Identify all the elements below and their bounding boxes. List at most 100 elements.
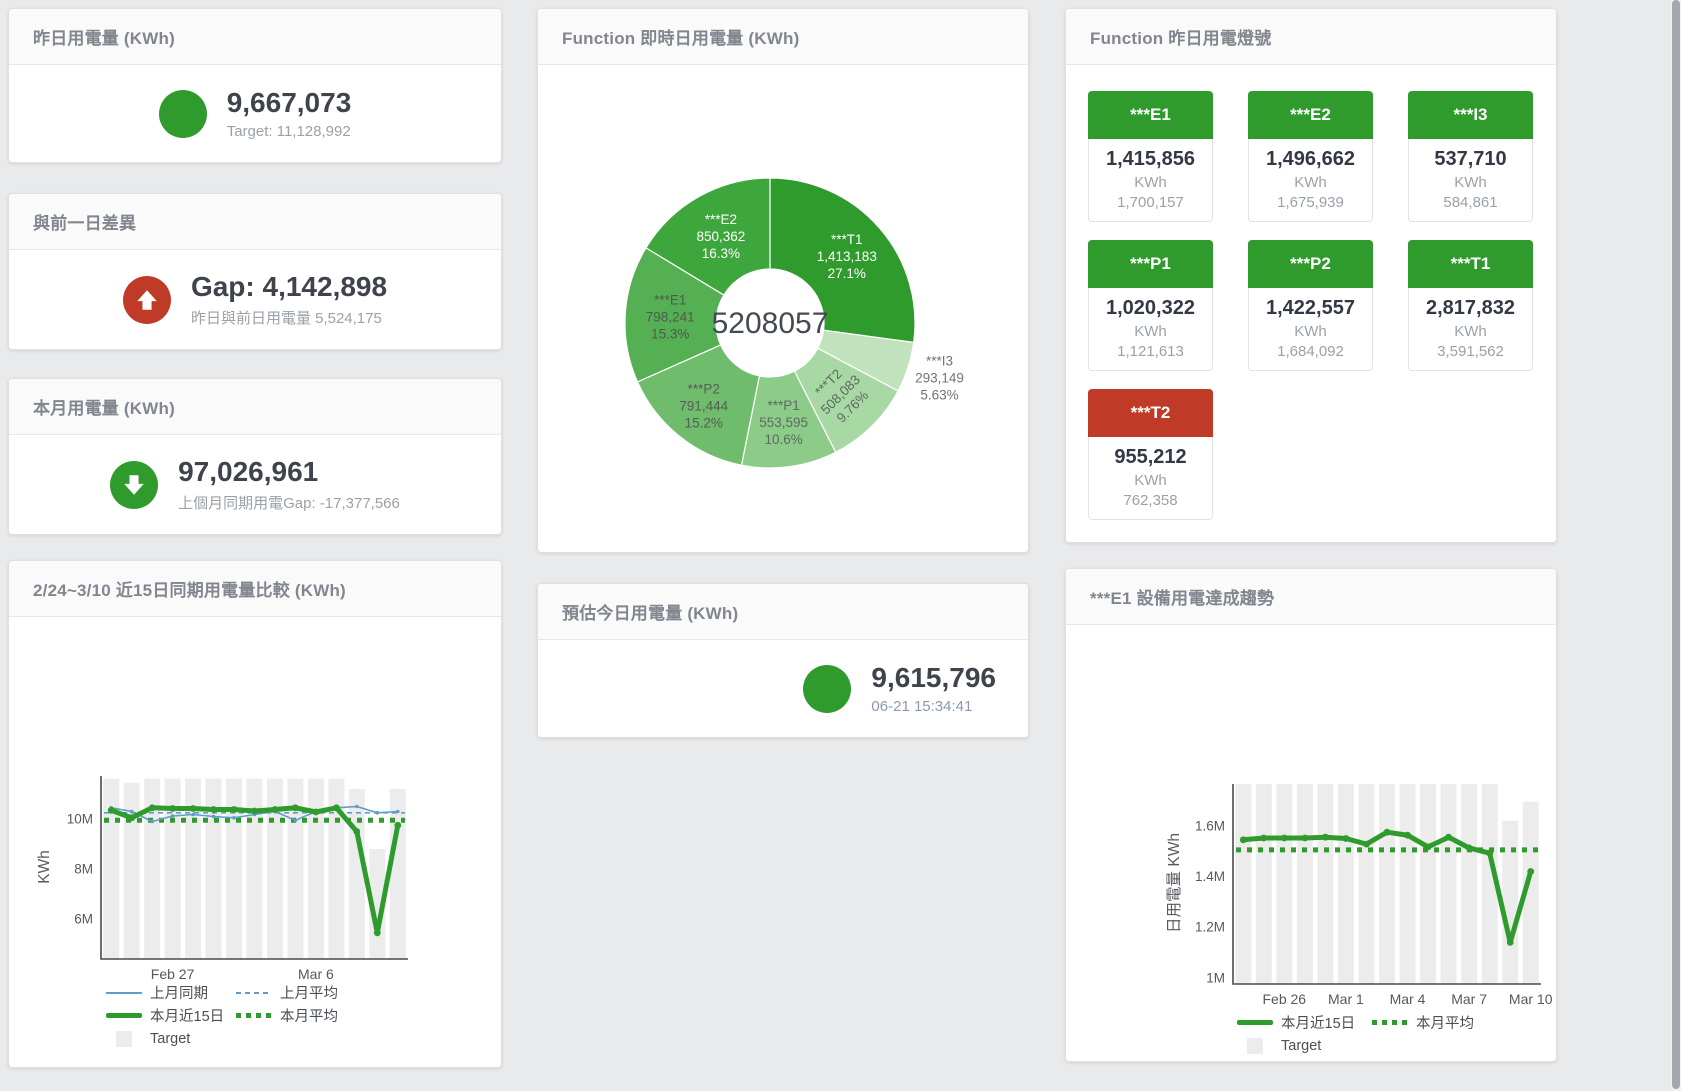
legend-item-本月平均[interactable]: 本月平均 — [1372, 1011, 1507, 1034]
y-tick-label: 1.6M — [1195, 818, 1225, 833]
donut-slice-label: ***I3293,1495.63% — [915, 354, 964, 403]
data-point[interactable] — [353, 828, 360, 835]
panel-header: 預估今日用電量 (KWh) — [538, 584, 1028, 640]
data-point[interactable] — [212, 815, 216, 819]
panel-body: Gap: 4,142,898 昨日與前日用電量 5,524,175 — [9, 250, 501, 349]
data-point[interactable] — [1240, 836, 1247, 843]
scrollbar-track[interactable] — [1671, 0, 1681, 1091]
tile-target-value: 1,675,939 — [1251, 194, 1370, 211]
y-axis-label: KWh — [36, 850, 53, 884]
tile-target-value: 1,121,613 — [1091, 343, 1210, 360]
tile-value: 1,020,322 — [1091, 297, 1210, 320]
data-point[interactable] — [1363, 841, 1370, 848]
data-point[interactable] — [150, 820, 154, 824]
panel-body: 1M1.2M1.4M1.6MFeb 26Mar 1Mar 4Mar 7Mar 1… — [1066, 625, 1556, 1061]
data-point[interactable] — [1445, 834, 1452, 841]
data-point[interactable] — [128, 814, 135, 821]
panel-title: Function 昨日用電燈號 — [1090, 24, 1271, 49]
data-point[interactable] — [1260, 835, 1267, 842]
target-bar — [247, 779, 263, 960]
data-point[interactable] — [292, 804, 299, 811]
data-point[interactable] — [272, 806, 279, 813]
data-point[interactable] — [231, 806, 238, 813]
stat-value: Gap: 4,142,898 — [191, 271, 387, 303]
tile-status-header: ***I3 — [1408, 91, 1533, 139]
tile-unit: KWh — [1091, 323, 1210, 340]
legend-label: 本月平均 — [280, 1005, 338, 1026]
tile-unit: KWh — [1411, 174, 1530, 191]
x-tick-label: Mar 10 — [1509, 991, 1553, 1007]
data-point[interactable] — [1343, 835, 1350, 842]
data-point[interactable] — [1404, 832, 1411, 839]
target-bar — [1235, 784, 1251, 984]
data-point[interactable] — [333, 804, 340, 811]
panel-header: ***E1 設備用電達成趨勢 — [1066, 569, 1556, 625]
data-point[interactable] — [374, 929, 381, 936]
stat: Gap: 4,142,898 昨日與前日用電量 5,524,175 — [123, 271, 387, 327]
data-point[interactable] — [313, 809, 320, 816]
legend-item-上月平均[interactable]: 上月平均 — [236, 981, 366, 1004]
panel-body: 6M8M10MFeb 27Mar 6KWh 上月同期上月平均本月近15日本月平均… — [9, 617, 501, 1067]
legend-item-Target[interactable]: Target — [106, 1027, 236, 1050]
data-point[interactable] — [1507, 939, 1514, 946]
data-point[interactable] — [1384, 829, 1391, 836]
data-point[interactable] — [169, 805, 176, 812]
trend-legend: 本月近15日本月平均Target — [1237, 1011, 1527, 1057]
tile-unit: KWh — [1411, 323, 1530, 340]
data-point[interactable] — [1486, 850, 1493, 857]
data-point[interactable] — [1302, 835, 1309, 842]
panel-header: 本月用電量 (KWh) — [9, 379, 501, 435]
panel-compare-chart: 2/24~3/10 近15日同期用電量比較 (KWh) 6M8M10MFeb 2… — [8, 560, 502, 1068]
data-point[interactable] — [232, 816, 236, 820]
stat-subtitle: 昨日與前日用電量 5,524,175 — [191, 307, 387, 328]
data-point[interactable] — [396, 810, 400, 814]
light-tile-I3: ***I3537,710KWh584,861 — [1408, 91, 1533, 222]
data-point[interactable] — [130, 810, 134, 814]
data-point[interactable] — [355, 805, 359, 809]
target-bar — [1441, 784, 1457, 984]
stat-subtitle: Target: 11,128,992 — [227, 123, 352, 140]
data-point[interactable] — [394, 822, 401, 829]
y-tick-label: 8M — [74, 862, 93, 877]
tile-body: 1,415,856KWh1,700,157 — [1088, 139, 1213, 222]
tile-target-value: 1,684,092 — [1251, 343, 1370, 360]
data-point[interactable] — [108, 807, 115, 814]
target-bar — [1359, 784, 1375, 984]
legend-item-Target[interactable]: Target — [1237, 1034, 1372, 1057]
target-bar — [1276, 784, 1292, 984]
data-point[interactable] — [1281, 835, 1288, 842]
legend-item-上月同期[interactable]: 上月同期 — [106, 981, 236, 1004]
legend-label: 本月近15日 — [1281, 1012, 1355, 1033]
tile-value: 1,496,662 — [1251, 148, 1370, 171]
data-point[interactable] — [251, 808, 258, 815]
data-point[interactable] — [190, 805, 197, 812]
light-tile-P1: ***P11,020,322KWh1,121,613 — [1088, 240, 1213, 371]
data-point[interactable] — [294, 819, 298, 823]
legend-item-本月近15日[interactable]: 本月近15日 — [106, 1004, 236, 1027]
data-point[interactable] — [149, 804, 156, 811]
data-point[interactable] — [1527, 868, 1534, 875]
legend-item-本月平均[interactable]: 本月平均 — [236, 1004, 366, 1027]
svg-text:293,149: 293,149 — [915, 371, 964, 386]
x-tick-label: Mar 1 — [1328, 991, 1364, 1007]
data-point[interactable] — [171, 814, 175, 818]
data-point[interactable] — [1322, 834, 1329, 841]
target-bar — [226, 779, 242, 960]
data-point[interactable] — [376, 811, 380, 815]
svg-text:791,444: 791,444 — [679, 399, 728, 414]
light-tile-T2: ***T2955,212KWh762,358 — [1088, 389, 1213, 520]
legend-item-本月近15日[interactable]: 本月近15日 — [1237, 1011, 1372, 1034]
y-tick-label: 6M — [74, 912, 93, 927]
panel-header: 與前一日差異 — [9, 194, 501, 250]
svg-text:5.63%: 5.63% — [920, 388, 958, 403]
stat-value: 9,615,796 — [871, 662, 996, 694]
data-point[interactable] — [1425, 844, 1432, 851]
data-point[interactable] — [210, 806, 217, 813]
data-point[interactable] — [191, 813, 195, 817]
data-point[interactable] — [1466, 845, 1473, 852]
stat: 9,667,073 Target: 11,128,992 — [159, 87, 352, 139]
target-bar — [1400, 784, 1416, 984]
panel-realtime-donut: Function 即時日用電量 (KWh) ***T11,413,18327.1… — [537, 8, 1029, 553]
scrollbar-thumb[interactable] — [1672, 0, 1680, 1089]
svg-text:850,362: 850,362 — [696, 229, 745, 244]
